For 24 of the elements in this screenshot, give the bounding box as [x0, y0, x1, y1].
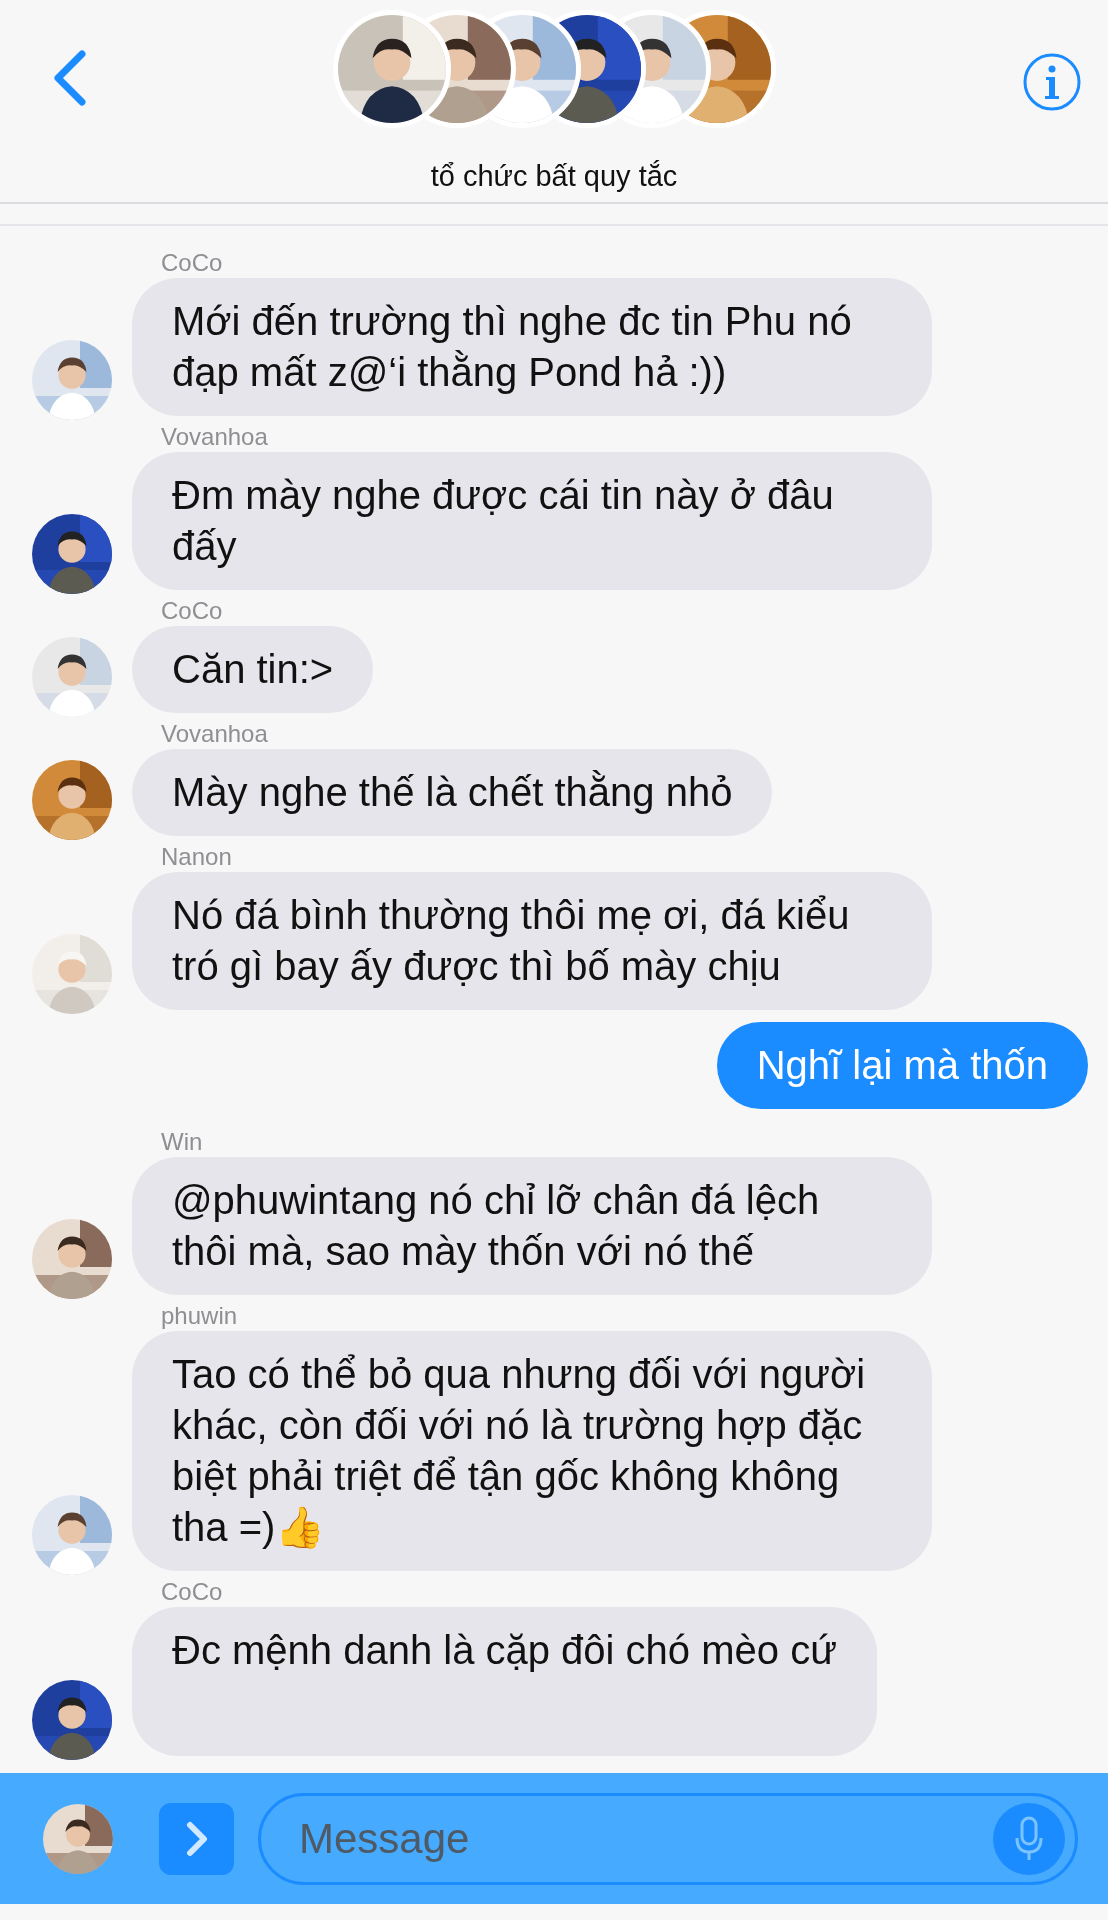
- message-bubble: Mày nghe thế là chết thằng nhỏ: [132, 749, 773, 836]
- info-icon: [1022, 52, 1082, 112]
- info-button[interactable]: [1022, 52, 1082, 112]
- message-bubble: Mới đến trường thì nghe đc tin Phu nó đạp mất z@‘i thằng Pond hả :)): [132, 278, 932, 416]
- message-field[interactable]: Message: [258, 1792, 1078, 1885]
- sender-name: Nanon: [161, 842, 233, 872]
- apps-button[interactable]: [159, 1802, 234, 1875]
- message-bubble: @phuwintang nó chỉ lỡ chân đá lệch thôi mà, sao mày thốn với nó thế: [132, 1157, 932, 1295]
- microphone-button[interactable]: [993, 1802, 1065, 1875]
- sender-name: phuwin: [161, 1301, 239, 1331]
- message-bubble: Đm mày nghe được cái tin này ở đâu đấy: [132, 452, 932, 590]
- sender-name: Vovanhoa: [161, 719, 269, 749]
- sender-name: CoCo: [161, 596, 224, 626]
- message-bubble: Nó đá bình thường thôi mẹ ơi, đá kiểu tró gì bay ấy được thì bố mày chịu: [132, 872, 932, 1010]
- message-bubble: Nghĩ lại mà thốn: [716, 1022, 1088, 1109]
- sender-name: Win: [161, 1127, 204, 1157]
- message-bubble: Đc mệnh danh là cặp đôi chó mèo cứ: [132, 1607, 877, 1756]
- message-bubble: Tao có thể bỏ qua nhưng đối với người khác, còn đối với nó là trường hợp đặc biệt phải triệt để tận gốc không không tha =)👍: [132, 1331, 932, 1571]
- microphone-icon: [1014, 1815, 1044, 1862]
- conversation-title: tổ chức bất quy tắc: [429, 159, 679, 194]
- sender-name: CoCo: [161, 1577, 224, 1607]
- message-bubble: Căn tin:>: [132, 626, 374, 713]
- sender-name: Vovanhoa: [161, 422, 269, 452]
- sender-name: CoCo: [161, 248, 224, 278]
